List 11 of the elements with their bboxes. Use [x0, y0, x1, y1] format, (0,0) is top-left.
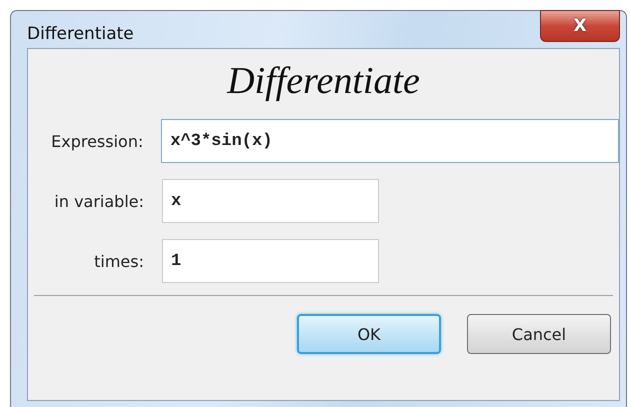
input-field[interactable]: x: [162, 179, 379, 223]
input-field[interactable]: x^3*sin(x): [161, 119, 619, 163]
input-field[interactable]: 1: [162, 239, 379, 283]
dialog-heading: Differentiate: [226, 59, 421, 103]
ok-button[interactable]: OK: [297, 314, 441, 354]
field-label: times:: [93, 252, 144, 270]
window-title: Differentiate: [27, 24, 134, 44]
close-button[interactable]: X: [540, 10, 620, 42]
cancel-button[interactable]: Cancel: [467, 314, 611, 354]
field-label: in variable:: [53, 192, 144, 210]
field-label: Expression:: [50, 132, 144, 150]
